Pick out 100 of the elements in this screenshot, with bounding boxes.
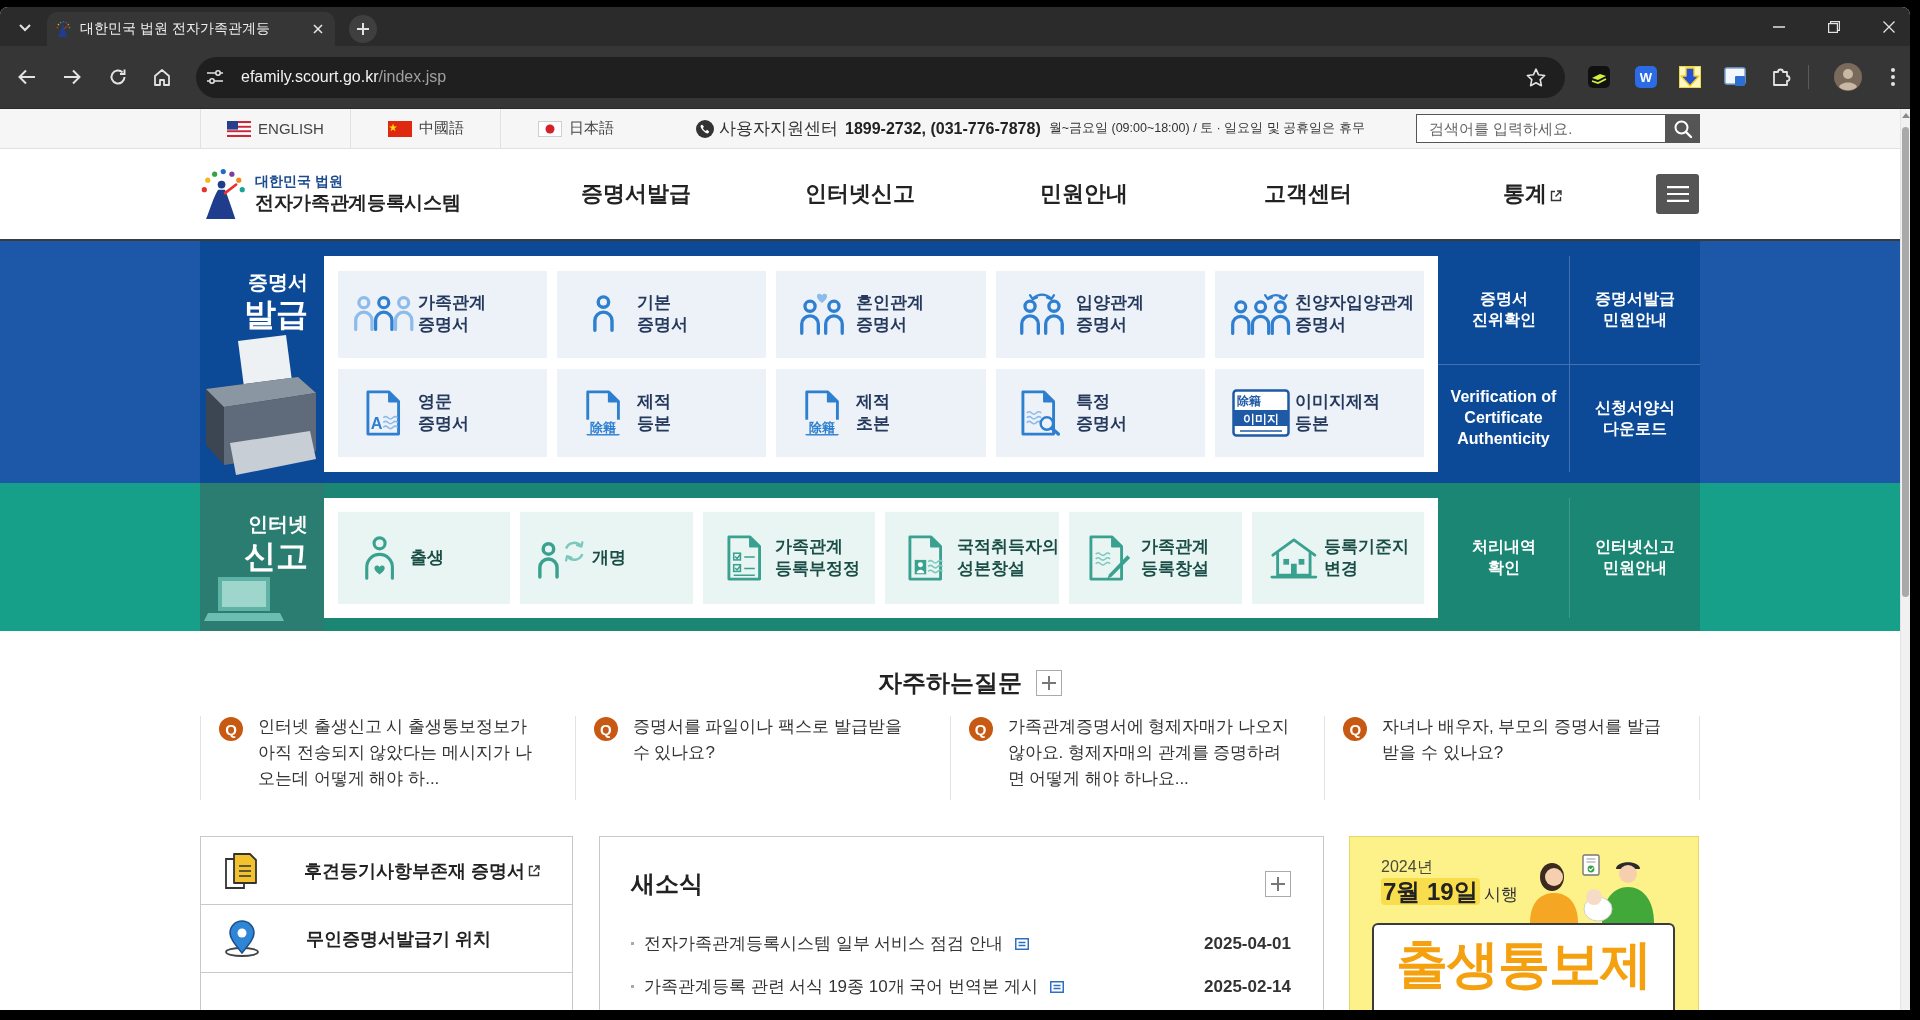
shortcut-link[interactable]: 증명서 진위확인 (1438, 256, 1569, 364)
chevron-down-icon[interactable] (19, 24, 31, 31)
logo-system-name[interactable]: 전자가족관계등록시스템 (254, 190, 461, 216)
shortcut-link[interactable]: 증명서발급 민원안내 (1569, 256, 1700, 364)
back-icon[interactable] (18, 69, 36, 85)
menu-button[interactable] (1656, 174, 1699, 214)
language-link[interactable]: 中國語 (350, 109, 500, 148)
letter-tile-icon[interactable]: W (1635, 66, 1657, 88)
logo-org-name[interactable]: 대한민국 법원 (254, 172, 461, 190)
service-tile[interactable]: 가족관계 등록부정정 (702, 512, 876, 604)
person-heart-icon (364, 536, 396, 580)
language-link[interactable]: 日本語 (500, 109, 650, 148)
address-bar[interactable]: efamily.scourt.go.kr/index.jsp (196, 56, 1565, 98)
question-badge: Q (219, 717, 243, 741)
shortcut-link[interactable]: 인터넷신고 민원안내 (1569, 498, 1700, 618)
shortcut-link[interactable]: Verification of Certificate Authenticity (1438, 364, 1569, 472)
profile-avatar-icon[interactable] (1834, 63, 1862, 91)
service-tile[interactable]: 除籍 제적 초본 (776, 368, 986, 457)
shortcut-link[interactable]: 신청서양식 다운로드 (1569, 364, 1700, 472)
japan-flag-icon (537, 120, 562, 137)
house-icon (1269, 537, 1318, 579)
us-flag-icon (227, 120, 252, 137)
scrollbar-thumb[interactable] (1902, 127, 1909, 597)
image-document-icon: 除籍 이미지 (1231, 388, 1290, 437)
service-tile[interactable]: 가족관계 증명서 (338, 271, 548, 358)
support-phone-numbers: 1899-2732, (031-776-7878) (845, 119, 1041, 138)
sliders-icon[interactable] (206, 70, 224, 84)
shortcut-link[interactable]: 처리내역 확인 (1438, 498, 1569, 618)
close-icon[interactable] (1883, 20, 1895, 33)
service-tile[interactable]: 기본 증명서 (557, 271, 767, 358)
service-tile[interactable]: A 영문 증명서 (338, 368, 548, 457)
window-icon[interactable] (1724, 67, 1746, 87)
news-date: 2025-04-01 (1204, 933, 1291, 954)
service-tile[interactable]: 개명 (520, 512, 693, 604)
three-people-icon (353, 295, 415, 334)
section-label: 증명서 (247, 270, 308, 295)
service-tile[interactable]: 등록기준지 변경 (1251, 512, 1424, 604)
language-link[interactable]: ENGLISH (200, 109, 350, 148)
nav-menu-item[interactable]: 인터넷신고 (748, 179, 972, 209)
service-tile[interactable]: 출생 (338, 512, 511, 604)
download-arrow-icon[interactable] (1679, 66, 1701, 88)
documents-icon (224, 852, 258, 889)
search-icon (1673, 119, 1692, 138)
puzzle-icon[interactable] (1771, 67, 1791, 87)
search-button[interactable] (1665, 114, 1700, 143)
nav-menu-item[interactable]: 통계 (1420, 179, 1644, 209)
star-icon[interactable] (1526, 67, 1546, 87)
quick-link[interactable]: 무인증명서발급기 위치 (201, 905, 572, 973)
faq-question[interactable]: 자녀나 배우자, 부모의 증명서를 발급받을 수 있나요? (1382, 714, 1667, 800)
menu-icon (1666, 186, 1689, 202)
checklist-icon (726, 535, 763, 581)
china-flag-icon (387, 120, 412, 137)
home-icon[interactable] (153, 68, 171, 86)
faq-question[interactable]: 인터넷 출생신고 시 출생통보정보가 아직 전송되지 않았다는 메시지가 나오는데 어떻게 해야 하... (258, 714, 543, 800)
kebab-menu-icon[interactable] (1891, 68, 1895, 86)
service-tile[interactable]: 除籍 이미지 이미지제적 등본 (1214, 368, 1424, 457)
news-link[interactable]: 전자가족관계등록시스템 일부 서비스 점검 안내 (644, 932, 1003, 955)
service-tile[interactable]: 친양자입양관계 증명서 (1214, 271, 1424, 358)
news-date: 2025-02-14 (1204, 976, 1291, 997)
restore-icon[interactable] (1828, 20, 1840, 33)
logo-emblem-icon[interactable] (200, 169, 245, 219)
plus-circle-icon[interactable] (349, 15, 377, 43)
service-tile[interactable]: 국적취득자의 성본창설 (885, 512, 1060, 604)
close-icon[interactable] (313, 24, 323, 34)
service-tile[interactable]: 가족관계 등록창설 (1069, 512, 1242, 604)
reload-icon[interactable] (109, 68, 127, 86)
more-button[interactable] (1265, 871, 1291, 897)
search-field[interactable]: 검색어를 입력하세요. (1416, 114, 1665, 143)
faq-question[interactable]: 증명서를 파일이나 팩스로 발급받을 수 있나요? (632, 714, 918, 800)
service-tile[interactable]: 혼인관계 증명서 (776, 271, 986, 358)
stack-icon[interactable] (1588, 66, 1610, 88)
banner-title: 출생통보제 (1396, 935, 1651, 995)
question-badge: Q (968, 717, 993, 741)
nav-menu-item[interactable]: 증명서발급 (524, 179, 748, 209)
emblem-icon (56, 21, 71, 37)
service-tile[interactable]: 특정 증명서 (995, 368, 1205, 457)
more-button[interactable] (1036, 670, 1062, 696)
phone-icon (696, 119, 714, 138)
bullet-icon (631, 985, 634, 988)
minimize-icon[interactable] (1773, 25, 1785, 28)
nav-menu-item[interactable]: 민원안내 (972, 179, 1196, 209)
nav-menu-item[interactable]: 고객센터 (1196, 179, 1420, 209)
news-link[interactable]: 가족관계등록 관련 서식 19종 10개 국어 번역본 게시 (644, 975, 1038, 998)
promo-banner[interactable]: 2024년 7월 19일 시행 출생통보제 (1349, 836, 1699, 1010)
up-triangle-icon[interactable] (1901, 113, 1910, 118)
banner-year: 2024년 (1381, 857, 1434, 877)
service-tile[interactable]: 除籍 제적 등본 (557, 368, 767, 457)
faq-question[interactable]: 가족관계증명서에 형제자매가 나오지 않아요. 형제자매의 관계를 증명하려면 어떻게 해야 하나요... (1007, 714, 1293, 800)
quick-link[interactable]: 후견등기사항부존재 증명서 (201, 837, 572, 905)
forward-icon[interactable] (63, 69, 81, 85)
browser-tab[interactable]: 대한민국 법원 전자가족관계등 (47, 12, 335, 46)
plus-icon (1271, 877, 1285, 891)
couple-heart-icon (799, 291, 846, 338)
question-badge: Q (593, 717, 618, 741)
plus-icon (1042, 676, 1056, 690)
letter-document-icon: A (366, 389, 402, 436)
document-magnifier-icon (1021, 389, 1062, 436)
support-center-label: 사용자지원센터 (719, 118, 838, 140)
service-tile[interactable]: 입양관계 증명서 (995, 271, 1205, 358)
note-icon (1014, 937, 1029, 950)
